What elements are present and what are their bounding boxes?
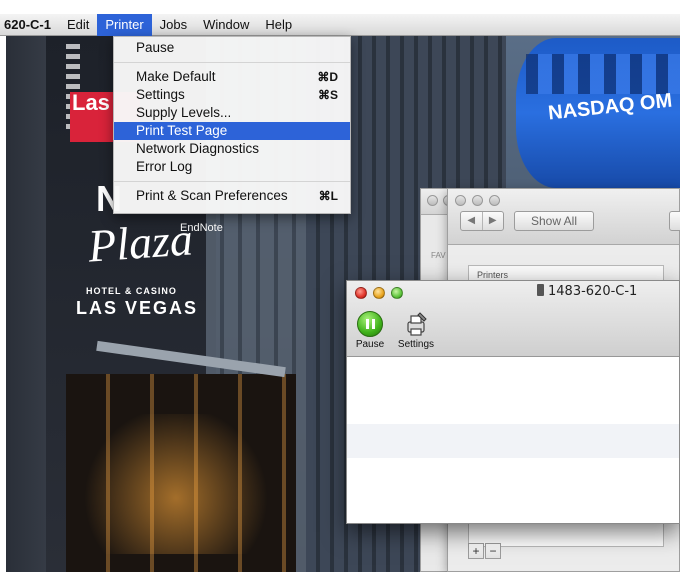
- nasdaq-windows: [526, 54, 680, 94]
- back-button[interactable]: ◀: [461, 212, 482, 230]
- job-list-row: [347, 424, 679, 458]
- remove-printer-button[interactable]: −: [485, 543, 501, 559]
- window-zoom-button[interactable]: [489, 195, 500, 206]
- menu-item-error-log[interactable]: Error Log: [114, 158, 350, 176]
- settings-toolbar-button[interactable]: Settings: [393, 311, 439, 350]
- settings-label: Settings: [397, 339, 435, 350]
- menu-separator: [114, 181, 350, 182]
- back-forward-control[interactable]: ◀ ▶: [460, 211, 504, 231]
- window-minimize-button[interactable]: [472, 195, 483, 206]
- menu-item-pause[interactable]: Pause: [114, 39, 350, 57]
- pause-toolbar-button[interactable]: Pause: [355, 311, 385, 350]
- menu-jobs[interactable]: Jobs: [152, 14, 195, 36]
- queue-titlebar: 1483-620-C-1 Pause Settings: [347, 281, 679, 357]
- menu-help[interactable]: Help: [257, 14, 300, 36]
- menu-item-print-scan-preferences[interactable]: Print & Scan Preferences ⌘L: [114, 187, 350, 205]
- hotel-sign-text: HOTEL & CASINO: [86, 286, 177, 296]
- plaza-sign-text: Plaza: [86, 213, 195, 272]
- menu-app-name[interactable]: 620-C-1: [0, 14, 59, 36]
- menu-separator: [114, 62, 350, 63]
- forward-button[interactable]: ▶: [481, 212, 504, 230]
- sidebar-favorites-label: FAV: [431, 251, 446, 260]
- print-job-list[interactable]: [347, 358, 679, 523]
- menu-item-supply-levels[interactable]: Supply Levels...: [114, 104, 350, 122]
- menu-window[interactable]: Window: [195, 14, 257, 36]
- close-button[interactable]: [355, 287, 367, 299]
- menu-item-make-default[interactable]: Make Default ⌘D: [114, 68, 350, 86]
- printer-queue-window: 1483-620-C-1 Pause Settings: [346, 280, 680, 524]
- printer-settings-icon: [403, 311, 429, 337]
- window-title-text: 1483-620-C-1: [548, 284, 638, 299]
- zoom-button[interactable]: [391, 287, 403, 299]
- minimize-button[interactable]: [373, 287, 385, 299]
- preferences-toolbar: ◀ ▶ Show All: [448, 189, 680, 245]
- show-all-button[interactable]: Show All: [514, 211, 594, 231]
- storefront-glow: [76, 414, 276, 554]
- endnote-desktop-label: EndNote: [180, 222, 223, 234]
- window-title: 1483-620-C-1: [537, 284, 637, 299]
- menu-item-network-diagnostics[interactable]: Network Diagnostics: [114, 140, 350, 158]
- shortcut-label: ⌘S: [317, 88, 338, 102]
- window-close-button[interactable]: [427, 195, 438, 206]
- shortcut-label: ⌘D: [317, 70, 338, 84]
- pause-icon: [357, 311, 383, 337]
- window-close-button[interactable]: [455, 195, 466, 206]
- menu-edit[interactable]: Edit: [59, 14, 97, 36]
- menu-printer[interactable]: Printer: [97, 13, 152, 36]
- menu-bar: 620-C-1 Edit Printer Jobs Window Help: [0, 13, 680, 36]
- menu-item-settings[interactable]: Settings ⌘S: [114, 86, 350, 104]
- menu-item-print-test-page[interactable]: Print Test Page: [114, 122, 350, 140]
- shortcut-label: ⌘L: [318, 189, 338, 203]
- search-field[interactable]: [669, 211, 680, 231]
- pause-label: Pause: [355, 339, 385, 350]
- add-printer-button[interactable]: +: [468, 543, 484, 559]
- printer-menu-dropdown: Pause Make Default ⌘D Settings ⌘S Supply L…: [113, 36, 351, 214]
- printer-icon: [537, 284, 544, 296]
- las-vegas-sign-text: LAS VEGAS: [76, 298, 199, 318]
- las-sign-text: Las: [72, 90, 110, 115]
